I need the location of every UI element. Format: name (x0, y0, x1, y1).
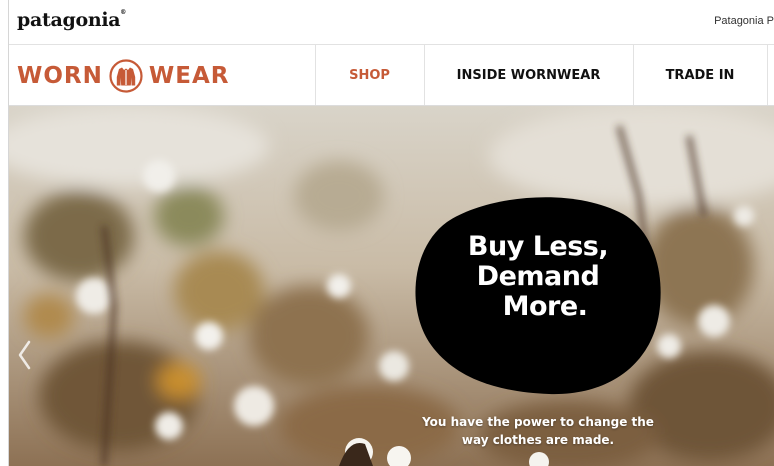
brand-topbar: patagonia® Patagonia P (9, 0, 774, 45)
patagonia-site-link[interactable]: Patagonia P (714, 15, 774, 27)
caption-line-2: way clothes are made. (461, 433, 615, 447)
logo-word-wear: WEAR (148, 63, 230, 89)
registered-mark: ® (120, 9, 126, 16)
logo-word-worn: WORN (17, 63, 103, 89)
nav-item-trade-in[interactable]: TRADE IN (633, 45, 767, 105)
headline-line-2: Demand (476, 261, 600, 292)
main-navigation: WORN WEAR SHOP INSIDE WORNWEAR TRADE IN (9, 45, 774, 106)
nav-item-inside-wornwear[interactable]: INSIDE WORNWEAR (424, 45, 633, 105)
browser-frame-edge (0, 0, 9, 466)
caption-line-1: You have the power to change the (422, 415, 654, 429)
worn-wear-logo[interactable]: WORN WEAR (17, 59, 229, 93)
chevron-left-icon[interactable] (15, 338, 35, 372)
jacket-icon (109, 59, 143, 93)
nav-divider (767, 45, 768, 105)
hero-caption: You have the power to change the way clo… (401, 413, 675, 449)
hero-headline: Buy Less, Demand More. (413, 232, 663, 322)
headline-line-1: Buy Less, (467, 231, 609, 262)
patagonia-logo-text: patagonia (17, 9, 121, 31)
hero-banner: Buy Less, Demand More. You have the powe… (9, 106, 774, 466)
nav-item-shop[interactable]: SHOP (315, 45, 424, 105)
patagonia-logo[interactable]: patagonia® (17, 9, 126, 31)
headline-line-3: More. (502, 291, 588, 322)
